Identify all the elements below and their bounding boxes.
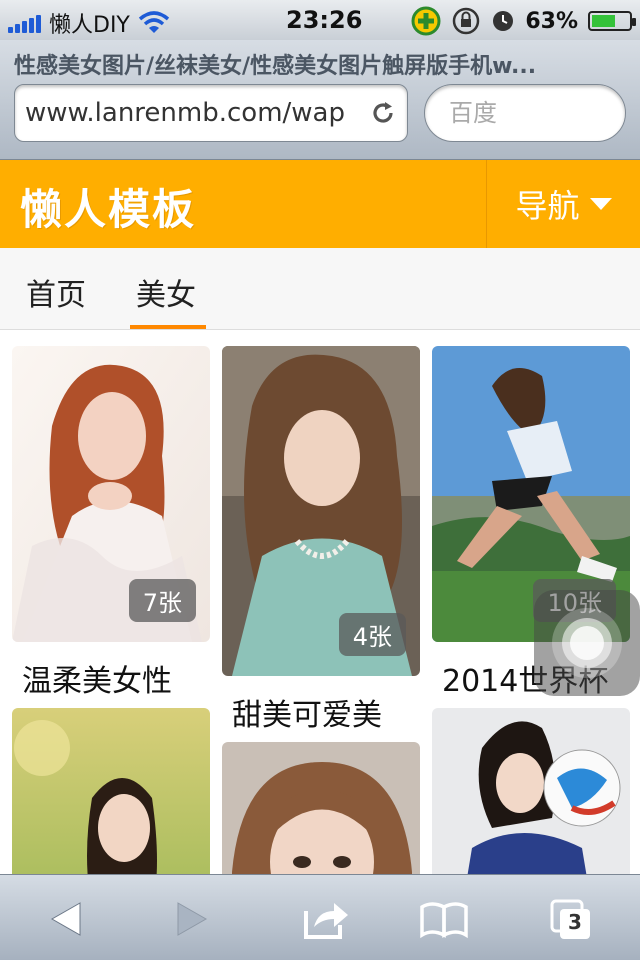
clock: 23:26 [286, 6, 363, 34]
caret-down-icon [589, 198, 612, 210]
nav-menu-label: 导航 [515, 187, 580, 225]
photo-woman-outdoor [12, 708, 210, 874]
address-bar[interactable]: www.lanrenmb.com/wap [14, 84, 408, 142]
battery-level-fill [592, 15, 615, 27]
tab-beauty[interactable]: 美女 [136, 270, 196, 314]
assistive-touch-ring-inner [570, 626, 604, 660]
battery-percent: 63% [525, 8, 578, 34]
gallery-card[interactable] [432, 708, 630, 874]
status-bar: 懒人DIY 23:26 63% [0, 0, 640, 40]
photo-woman-soccer-ball [432, 708, 630, 874]
card-title[interactable]: 温柔美女性 [12, 656, 210, 700]
reload-icon[interactable] [369, 99, 397, 127]
tab-home[interactable]: 首页 [26, 270, 86, 314]
tabs-button[interactable]: 3 [546, 893, 598, 945]
card-thumbnail[interactable] [222, 742, 420, 874]
status-right: 63% [411, 6, 636, 36]
page-title: 性感美女图片/丝袜美女/性感美女图片触屏版手机w... [14, 54, 537, 79]
status-left: 懒人DIY [8, 7, 170, 39]
back-icon[interactable] [40, 893, 92, 945]
card-thumbnail[interactable]: 7张 [12, 346, 210, 642]
app-badge-icon [411, 6, 441, 36]
card-thumbnail[interactable] [12, 708, 210, 874]
alarm-icon [493, 11, 514, 31]
share-icon[interactable] [300, 893, 352, 945]
card-thumbnail[interactable]: 4张 [222, 346, 420, 676]
active-tab-indicator [130, 325, 206, 329]
site-header: 懒人模板 导航 [0, 160, 640, 248]
gallery-card[interactable]: 4张 甜美可爱美 [222, 346, 420, 734]
browser-chrome: 性感美女图片/丝袜美女/性感美女图片触屏版手机w... www.lanrenmb… [0, 40, 640, 160]
battery-icon [588, 11, 636, 31]
photo-count-badge: 4张 [338, 613, 406, 656]
card-thumbnail[interactable] [432, 708, 630, 874]
browser-toolbar: 3 [0, 874, 640, 960]
wifi-icon [138, 11, 170, 33]
assistive-touch-button[interactable] [534, 590, 640, 696]
rotation-lock-icon [453, 7, 480, 35]
carrier-name: 懒人DIY [49, 13, 130, 38]
gallery-card[interactable] [12, 708, 210, 874]
tabs-count: 3 [568, 910, 582, 934]
url-text[interactable]: www.lanrenmb.com/wap [25, 98, 365, 128]
card-title[interactable]: 甜美可爱美 [222, 690, 420, 734]
signal-icon [8, 13, 41, 33]
category-tabs: 首页 美女 [0, 248, 640, 330]
gallery-card[interactable] [222, 742, 420, 874]
photo-woman-bangs [222, 742, 420, 874]
photo-count-badge: 7张 [128, 579, 196, 622]
nav-menu-button[interactable]: 导航 [487, 160, 640, 248]
bookmarks-icon[interactable] [418, 893, 470, 945]
gallery-card[interactable]: 7张 温柔美女性 [12, 346, 210, 700]
forward-icon[interactable] [166, 893, 218, 945]
search-input[interactable]: 百度 [424, 84, 626, 142]
site-logo[interactable]: 懒人模板 [20, 176, 196, 237]
